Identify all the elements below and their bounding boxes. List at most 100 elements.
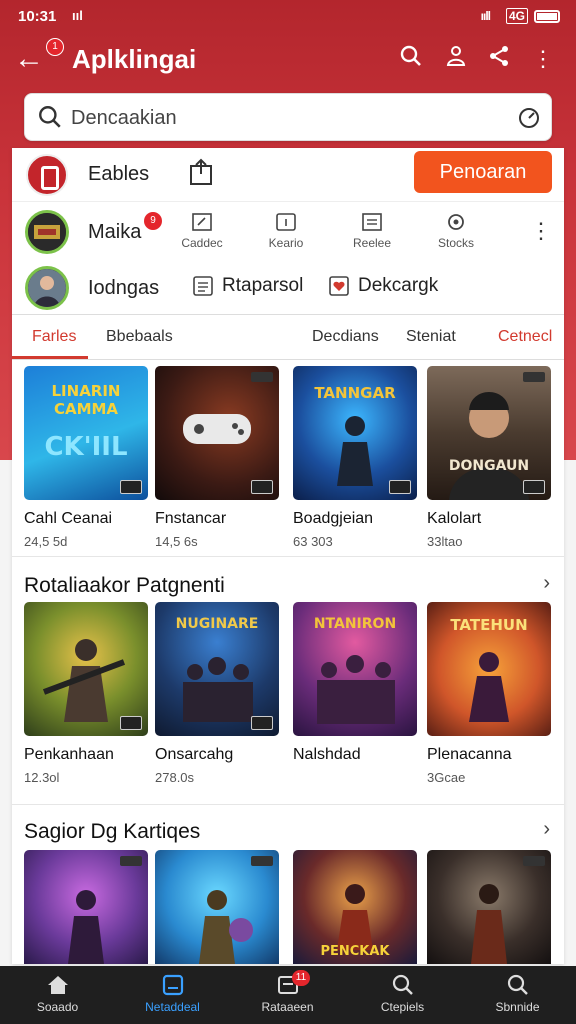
nav-rataaeen[interactable]: 11 Rataaeen bbox=[230, 966, 345, 1024]
warrior-figure bbox=[469, 652, 509, 722]
gear-icon bbox=[448, 214, 464, 230]
document-icon bbox=[193, 276, 213, 296]
action-caddec[interactable]: Caddec bbox=[172, 212, 232, 250]
nav-netaddeal[interactable]: Netaddeal bbox=[115, 966, 230, 1024]
platform-badge bbox=[120, 716, 142, 730]
game-tile[interactable]: LINARIN CAMMA CK'IIL Cahl Ceanai 24,5 5d bbox=[24, 366, 148, 549]
nav-search[interactable]: Ctepiels bbox=[345, 966, 460, 1024]
share-icon[interactable] bbox=[484, 44, 514, 74]
search-input[interactable] bbox=[71, 104, 491, 132]
game-art: NUGINARE bbox=[155, 602, 279, 736]
search-icon bbox=[392, 974, 413, 995]
game-tile[interactable]: Fnstancar 14,5 6s bbox=[155, 366, 279, 549]
game-tile[interactable]: TANNGAR Boadgjeian 63 303 bbox=[293, 366, 417, 549]
more-vert-icon[interactable]: ⋮ bbox=[530, 218, 552, 244]
avatar[interactable] bbox=[25, 210, 69, 254]
game-meta: 3Gcae bbox=[427, 770, 466, 785]
tab-bar: Farles Bbebaals Decdians Steniat Cetnecl bbox=[12, 314, 564, 360]
platform-badge bbox=[523, 480, 545, 494]
game-meta: 33ltao bbox=[427, 534, 463, 549]
chip-rtaparsol[interactable]: Rtaparsol bbox=[192, 275, 303, 297]
nav-label: Netaddeal bbox=[145, 1000, 200, 1014]
game-name: Boadgjeian bbox=[293, 510, 374, 527]
platform-badge bbox=[389, 480, 411, 494]
top-row: Eables Penoaran bbox=[12, 148, 564, 202]
profile-row-2[interactable]: Iodngas Rtaparsol Dekcargk bbox=[12, 260, 564, 316]
game-tile[interactable] bbox=[24, 850, 148, 964]
chevron-right-icon[interactable]: › bbox=[543, 572, 550, 595]
nav-home[interactable]: Soaado bbox=[0, 966, 115, 1024]
top-row-label: Eables bbox=[88, 163, 150, 185]
game-tile[interactable]: TATEHUN Plenacanna 3Gcae bbox=[427, 602, 551, 785]
game-meta: 14,5 6s bbox=[155, 534, 198, 549]
game-name: Nalshdad bbox=[293, 746, 361, 763]
battery-icon bbox=[534, 10, 560, 23]
profile-row-1[interactable]: Maika 9 Caddec Keario Reelee Stocks ⋮ bbox=[12, 204, 564, 260]
game-art bbox=[155, 850, 279, 964]
list-icon bbox=[362, 213, 382, 231]
user-icon[interactable] bbox=[441, 44, 471, 74]
platform-badge bbox=[120, 480, 142, 494]
platform-badge bbox=[523, 372, 545, 382]
game-name: Fnstancar bbox=[155, 510, 227, 527]
edit-icon bbox=[192, 213, 212, 231]
game-tile[interactable]: Penkanhaan 12.3ol bbox=[24, 602, 148, 785]
game-tile[interactable]: NTANIRON Nalshdad bbox=[293, 602, 417, 770]
active-tab-indicator bbox=[12, 356, 88, 359]
more-vert-icon[interactable]: ⋮ bbox=[528, 44, 558, 74]
action-stocks[interactable]: Stocks bbox=[426, 212, 486, 250]
art-title: LINARIN CAMMA bbox=[51, 382, 121, 418]
game-tile[interactable] bbox=[155, 850, 279, 964]
game-name: Kalolart bbox=[427, 510, 482, 527]
game-art bbox=[24, 602, 148, 736]
tab-decdians[interactable]: Decdians bbox=[312, 328, 379, 346]
warrior-figure bbox=[68, 890, 104, 964]
bottom-nav: Soaado Netaddeal 11 Rataaeen Ctepiels Sb… bbox=[0, 966, 576, 1024]
group-figures bbox=[317, 655, 395, 724]
tab-bbebaals[interactable]: Bbebaals bbox=[106, 328, 173, 346]
nav-badge: 11 bbox=[292, 970, 310, 986]
clock-icon[interactable] bbox=[517, 106, 541, 135]
nav-sbnnide[interactable]: Sbnnide bbox=[460, 966, 575, 1024]
tab-farles[interactable]: Farles bbox=[32, 328, 76, 346]
nav-label: Rataaeen bbox=[261, 1000, 314, 1014]
game-art: TANNGAR bbox=[293, 366, 417, 500]
game-meta: 278.0s bbox=[155, 770, 195, 785]
status-bar: 10:31 ııl ııll 4G bbox=[0, 0, 576, 34]
primary-action-button[interactable]: Penoaran bbox=[414, 151, 552, 193]
profile-name: Iodngas bbox=[88, 277, 160, 299]
game-tile[interactable] bbox=[427, 850, 551, 964]
heart-icon bbox=[329, 276, 349, 296]
game-tile[interactable]: DONGAUN Kalolart 33ltao bbox=[427, 366, 551, 549]
game-tile[interactable]: PENCKAK bbox=[293, 850, 417, 964]
app-title: Aplklingai bbox=[72, 44, 197, 74]
warrior-figure bbox=[199, 890, 253, 964]
action-keario[interactable]: Keario bbox=[256, 212, 316, 250]
action-reelee[interactable]: Reelee bbox=[342, 212, 402, 250]
action-label: Reelee bbox=[352, 236, 392, 250]
art-subtitle: DONGAUN bbox=[448, 458, 530, 474]
art-subtitle: PENCKAK bbox=[320, 944, 390, 959]
action-label: Caddec bbox=[181, 236, 223, 250]
status-time: 10:31 bbox=[18, 8, 57, 25]
nav-label: Ctepiels bbox=[380, 1000, 425, 1014]
game-art: TATEHUN bbox=[427, 602, 551, 736]
game-art: NTANIRON bbox=[293, 602, 417, 736]
app-avatar[interactable] bbox=[26, 154, 68, 196]
game-meta: 12.3ol bbox=[24, 770, 60, 785]
profile-name: Maika bbox=[88, 221, 142, 243]
divider bbox=[12, 804, 564, 805]
share-box-icon[interactable] bbox=[188, 158, 214, 191]
game-art: DONGAUN bbox=[427, 366, 551, 500]
chip-dekcargk[interactable]: Dekcargk bbox=[328, 275, 438, 297]
platform-badge bbox=[251, 716, 273, 730]
back-arrow-icon[interactable]: ← bbox=[14, 42, 44, 76]
chevron-right-icon[interactable]: › bbox=[543, 818, 550, 841]
avatar[interactable] bbox=[25, 266, 69, 310]
game-tile[interactable]: NUGINARE Onsarcahg 278.0s bbox=[155, 602, 279, 785]
tab-steniat[interactable]: Steniat bbox=[406, 328, 456, 346]
tab-cetnecl[interactable]: Cetnecl bbox=[498, 328, 552, 346]
action-label: Keario bbox=[268, 236, 304, 250]
search-icon[interactable] bbox=[396, 44, 426, 74]
action-label: Stocks bbox=[437, 236, 474, 250]
